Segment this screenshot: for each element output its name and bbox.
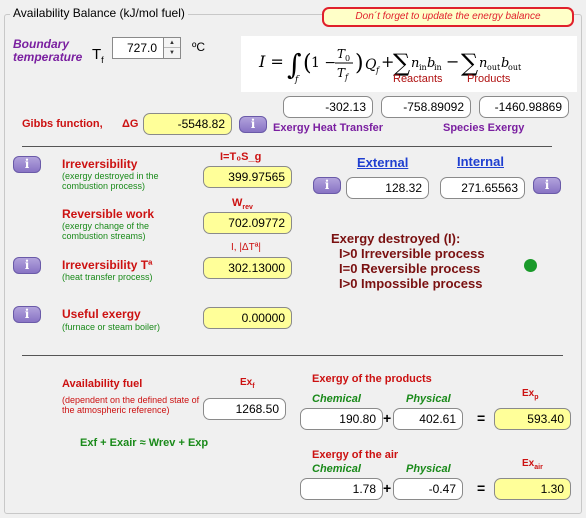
gibbs-value-field[interactable]: -5548.82 — [143, 113, 232, 135]
useful-exergy-title: Useful exergy — [62, 307, 141, 321]
exair-subscript: air — [534, 464, 543, 471]
exp-symbol: Exp — [522, 388, 539, 401]
air-chemical-field[interactable]: 1.78 — [300, 478, 383, 500]
status-line-irreversible: I>0 Irreversible process — [339, 246, 485, 261]
tf-symbol: Tf — [92, 46, 104, 65]
boundary-temp-input[interactable]: 727.0 — [112, 37, 164, 59]
air-equals: = — [477, 480, 486, 496]
exp-subscript: p — [534, 394, 539, 401]
products-total-field[interactable]: 593.40 — [494, 408, 571, 430]
formula-products-label: Products — [467, 73, 511, 85]
external-info-button[interactable]: i — [313, 177, 341, 194]
irrev-ta-field[interactable]: 302.13000 — [203, 257, 292, 279]
irreversibility-formula: I=T₀S_g — [220, 151, 262, 163]
availability-fuel-desc: (dependent on the defined state of the a… — [62, 395, 200, 415]
boundary-label-line2: temperature — [13, 50, 83, 64]
products-physical-field[interactable]: 402.61 — [393, 408, 463, 430]
exp-letters: Ex — [522, 388, 535, 399]
spinner-down-icon[interactable]: ▼ — [164, 48, 180, 58]
frame-title: Availability Balance (kJ/mol fuel) — [10, 6, 188, 20]
svg-text:I =: I = — [258, 52, 284, 71]
products-physical-label: Physical — [406, 393, 451, 405]
exf-letters: Ex — [240, 377, 253, 388]
products-chemical-label: Chemical — [312, 393, 361, 405]
gibbs-label: Gibbs function, — [22, 118, 103, 130]
irreversibility-desc: (exergy destroyed in the combustion proc… — [62, 171, 159, 191]
tf-letter: T — [92, 46, 102, 63]
internal-info-button[interactable]: i — [533, 177, 561, 194]
availability-fuel-title: Availability fuel — [62, 378, 143, 390]
irrev-ta-desc: (heat transfer process) — [62, 272, 153, 282]
status-line-reversible: I=0 Reversible process — [339, 261, 481, 276]
irrev-ta-title: Irreversibility Tª — [62, 258, 153, 272]
products-chemical-field[interactable]: 190.80 — [300, 408, 383, 430]
exair-letters: Ex — [522, 458, 535, 469]
svg-text:0: 0 — [345, 54, 350, 63]
exergy-balance-formula: I = ∫ f ( 1 − T 0 T f ) Q f + ∑ n in b i… — [241, 36, 577, 92]
wrev-letter: W — [232, 197, 243, 209]
svg-text:in: in — [419, 63, 427, 72]
external-label: External — [357, 155, 409, 170]
svg-text:out: out — [487, 63, 501, 72]
exf-symbol: Exf — [240, 377, 255, 390]
external-value-field[interactable]: 128.32 — [346, 177, 429, 199]
irrev-ta-info-button[interactable]: i — [13, 257, 41, 274]
update-energy-balance-banner[interactable]: Don´t forget to update the energy balanc… — [322, 7, 574, 27]
useful-exergy-info-button[interactable]: i — [13, 306, 41, 323]
gibbs-symbol: ΔG — [122, 118, 139, 130]
temp-unit: ºC — [192, 40, 206, 54]
svg-text:in: in — [434, 63, 442, 72]
svg-text:1 −: 1 − — [311, 55, 336, 71]
useful-exergy-desc: (furnace or steam boiler) — [62, 322, 161, 332]
air-physical-field[interactable]: -0.47 — [393, 478, 463, 500]
exair-symbol: Exair — [522, 458, 543, 471]
formula-reactants-label: Reactants — [393, 73, 443, 85]
exf-subscript: f — [252, 383, 255, 390]
species-exergy-label: Species Exergy — [443, 122, 525, 134]
wrev-symbol: Wrev — [232, 197, 253, 211]
reversible-work-title: Reversible work — [62, 207, 155, 221]
useful-exergy-field[interactable]: 0.00000 — [203, 307, 292, 329]
status-line-impossible: I>0 Impossible process — [339, 276, 483, 291]
products-plus: + — [383, 410, 392, 426]
reversible-work-field[interactable]: 702.09772 — [203, 212, 292, 234]
gibbs-info-button[interactable]: i — [239, 116, 267, 133]
air-chemical-label: Chemical — [312, 463, 361, 475]
spinner-up-icon[interactable]: ▲ — [164, 38, 180, 48]
air-total-field[interactable]: 1.30 — [494, 478, 571, 500]
products-equals: = — [477, 410, 486, 426]
irreversibility-title: Irreversibility — [62, 157, 138, 171]
heat-transfer-exergy-field[interactable]: -302.13 — [283, 96, 373, 118]
availability-fuel-field[interactable]: 1268.50 — [203, 398, 286, 420]
air-physical-label: Physical — [406, 463, 451, 475]
reversible-work-desc: (exergy change of the combustion streams… — [62, 221, 150, 241]
exergy-destroyed-title: Exergy destroyed (I): — [331, 231, 461, 246]
air-exergy-title: Exergy of the air — [312, 449, 399, 461]
irrev-ta-formula: I, |ΔTª| — [231, 242, 262, 253]
divider-bottom — [22, 355, 563, 356]
svg-text:): ) — [355, 51, 364, 76]
irreversibility-value-field[interactable]: 399.97565 — [203, 166, 292, 188]
air-plus: + — [383, 480, 392, 496]
exergy-heat-transfer-label: Exergy Heat Transfer — [273, 122, 384, 134]
boundary-temp-label: Boundary temperature — [13, 38, 82, 64]
divider-top — [22, 146, 552, 147]
wrev-subscript: rev — [242, 204, 253, 212]
internal-value-field[interactable]: 271.65563 — [440, 177, 525, 199]
irreversibility-info-button[interactable]: i — [13, 156, 41, 173]
tf-subscript: f — [101, 55, 104, 65]
products-exergy-field[interactable]: -1460.98869 — [479, 96, 569, 118]
process-status-indicator — [524, 259, 537, 272]
temp-spinner[interactable]: ▲ ▼ — [163, 37, 181, 59]
svg-text:f: f — [344, 73, 350, 82]
svg-text:out: out — [508, 63, 522, 72]
exergy-destroyed-list: I>0 Irreversible process I=0 Reversible … — [339, 246, 485, 291]
internal-label: Internal — [457, 154, 504, 169]
reactants-exergy-field[interactable]: -758.89092 — [381, 96, 471, 118]
products-exergy-title: Exergy of the products — [312, 373, 432, 385]
svg-text:−: − — [446, 52, 459, 71]
balance-equation: Exf + Exair ≈ Wrev + Exp — [80, 437, 209, 449]
